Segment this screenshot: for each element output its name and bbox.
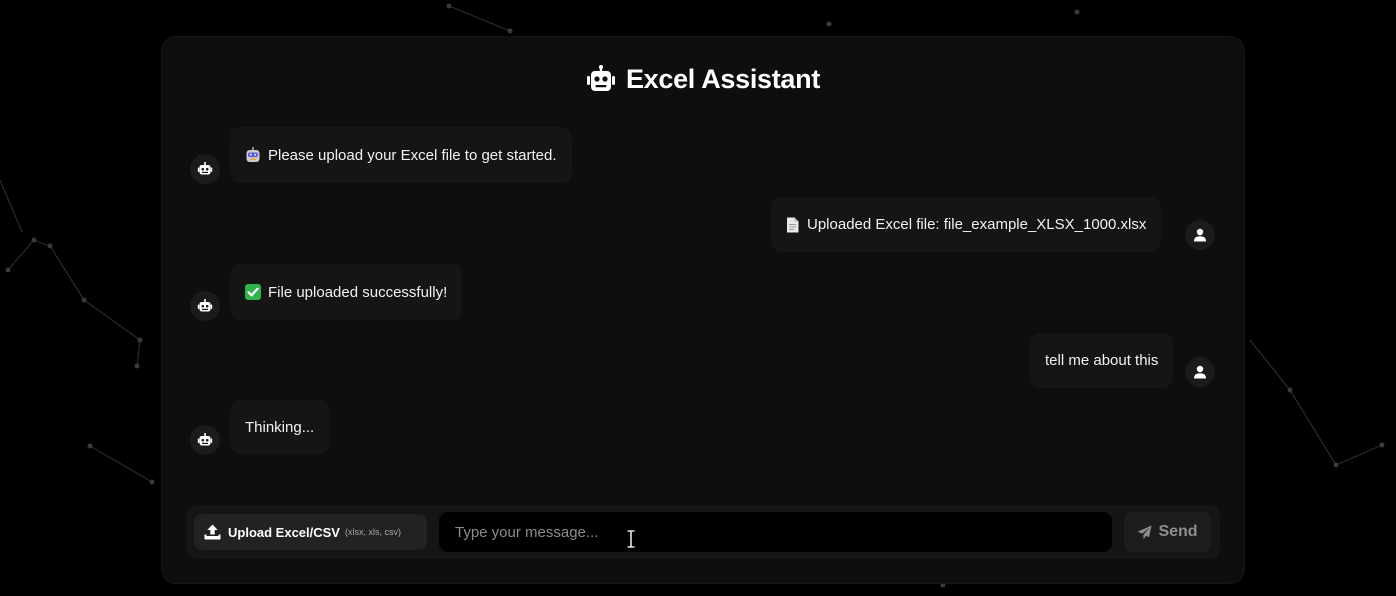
upload-button-label: Upload Excel/CSV <box>228 524 340 540</box>
robot-face-emoji <box>245 147 261 163</box>
bot-message: File uploaded successfully! <box>230 264 463 320</box>
upload-file-button[interactable]: Upload Excel/CSV (xlsx, xls, csv) <box>194 514 427 550</box>
robot-icon <box>197 162 213 175</box>
message-text: Uploaded Excel file: file_example_XLSX_1… <box>807 216 1147 233</box>
message-composer: Upload Excel/CSV (xlsx, xls, csv) Send <box>186 505 1220 559</box>
bot-avatar <box>190 291 220 321</box>
upload-file-types-hint: (xlsx, xls, csv) <box>344 527 401 537</box>
message-input[interactable] <box>439 512 1112 552</box>
bot-thinking-message: Thinking... <box>230 400 330 454</box>
bot-message: Please upload your Excel file to get sta… <box>230 127 572 183</box>
paper-plane-icon <box>1137 525 1152 540</box>
message-text: Please upload your Excel file to get sta… <box>268 146 557 164</box>
user-avatar <box>1185 220 1215 250</box>
check-mark-emoji <box>245 284 261 300</box>
send-button-label: Send <box>1158 523 1198 540</box>
document-icon <box>786 217 800 233</box>
chat-panel: Excel Assistant Please upload your Excel… <box>162 37 1244 583</box>
text-cursor-icon <box>626 530 636 548</box>
bot-avatar <box>190 425 220 455</box>
page-title: Excel Assistant <box>625 63 821 94</box>
message-text: tell me about this <box>1045 352 1159 369</box>
bot-avatar <box>190 154 220 184</box>
robot-icon <box>197 433 213 446</box>
user-avatar <box>1185 357 1215 387</box>
user-icon <box>1194 365 1206 379</box>
upload-icon <box>204 524 221 540</box>
chat-header: Excel Assistant <box>162 63 1244 95</box>
message-text: Thinking... <box>245 418 315 436</box>
send-button[interactable]: Send <box>1124 512 1211 552</box>
user-message: tell me about this <box>1030 333 1174 388</box>
user-message: Uploaded Excel file: file_example_XLSX_1… <box>771 197 1162 252</box>
user-icon <box>1194 228 1206 242</box>
robot-icon <box>586 64 616 94</box>
robot-icon <box>197 299 213 312</box>
message-text: File uploaded successfully! <box>268 283 448 301</box>
